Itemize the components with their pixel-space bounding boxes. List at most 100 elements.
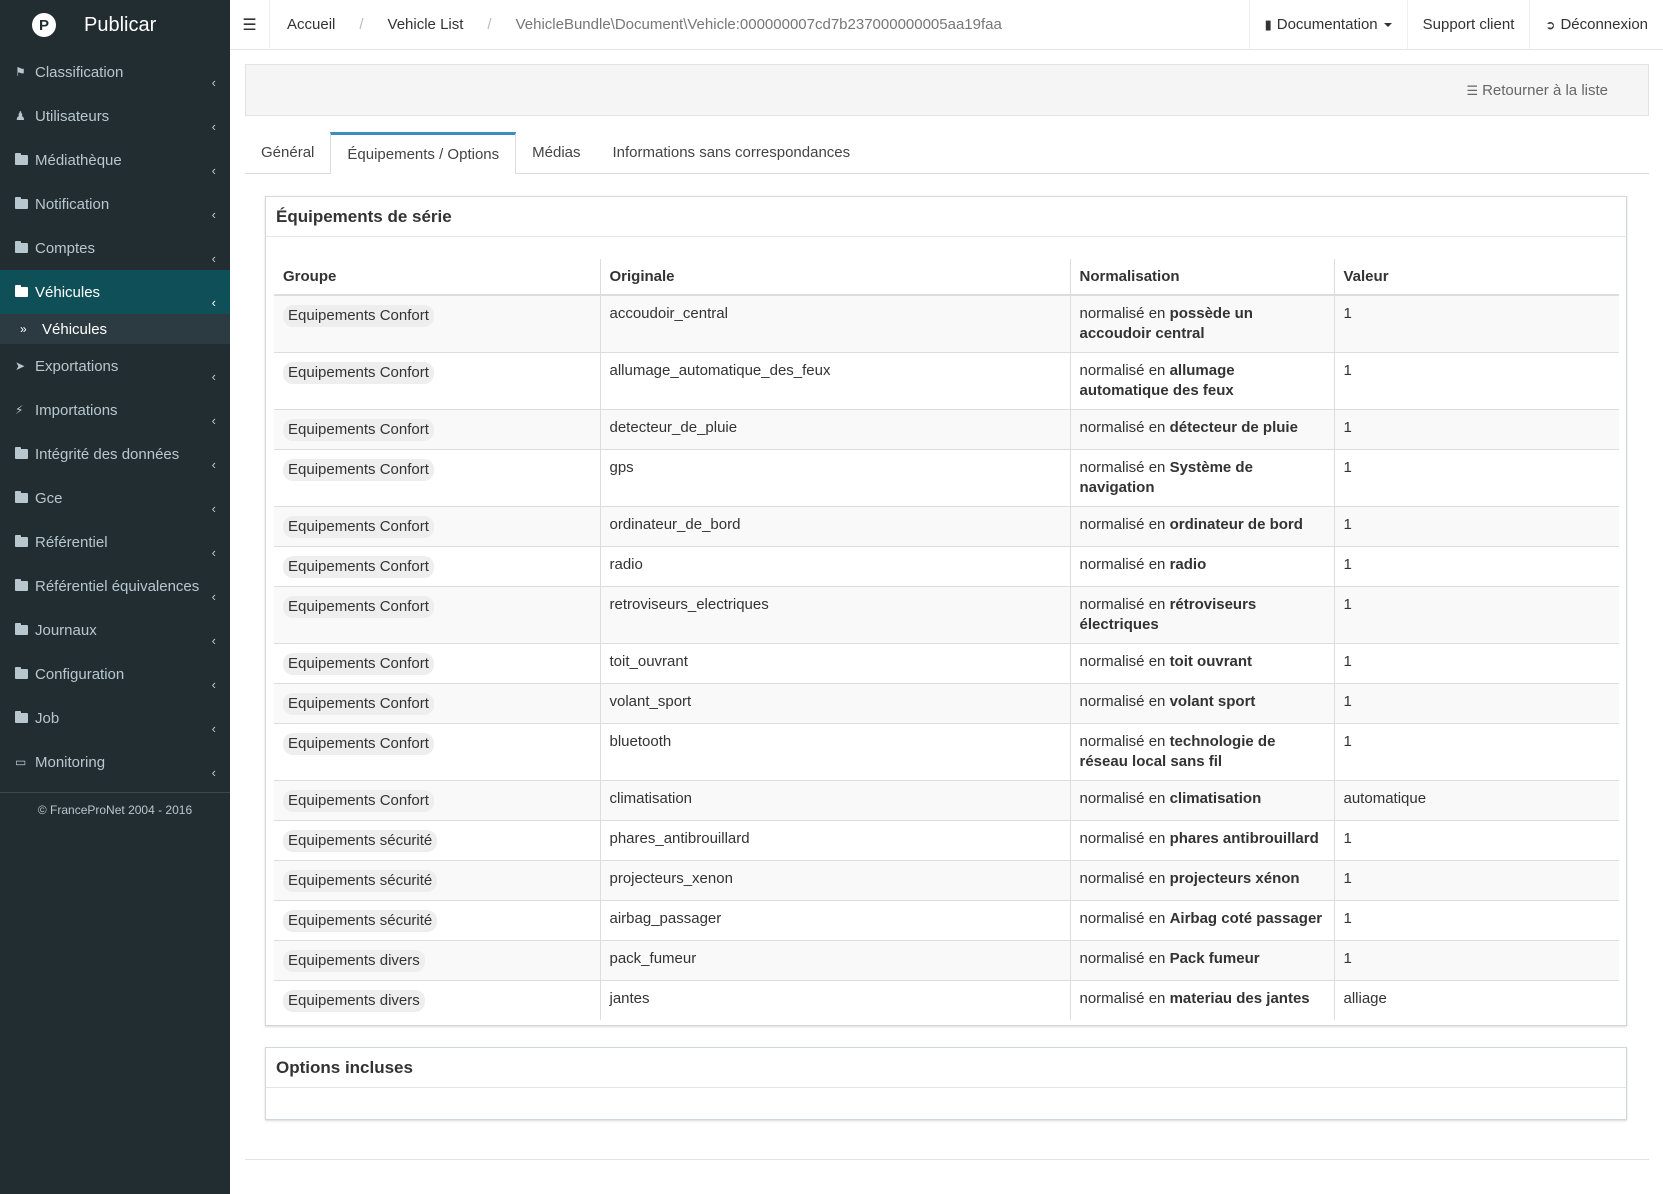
users-icon: ♟ — [15, 109, 26, 123]
norm-prefix: normalisé en — [1079, 653, 1166, 670]
table-row: Equipements sécurité airbag_passager norma… — [274, 900, 1619, 941]
folder-icon — [15, 447, 35, 459]
cell-valeur: 1 — [1333, 940, 1619, 981]
sidebar-item[interactable]: ⚑ Classification ‹ — [0, 50, 230, 94]
cell-valeur: 1 — [1333, 506, 1619, 547]
breadcrumb: Accueil / Vehicle List / VehicleBundle\D… — [270, 16, 1002, 33]
cell-valeur: automatique — [1333, 780, 1619, 821]
sidebar: P Publicar ⚑ Classification ‹ ♟ Utilisateurs… — [0, 0, 230, 1194]
support-link[interactable]: Support client — [1406, 0, 1530, 50]
sidebar-footer: © FranceProNet 2004 - 2016 — [37, 803, 193, 817]
sidebar-item-label: Classification — [35, 63, 124, 81]
table-row: Equipements Confort bluetooth normalisé en… — [274, 723, 1619, 781]
cell-groupe: Equipements Confort — [274, 294, 600, 353]
cell-originale: airbag_passager — [599, 900, 1070, 941]
sidebar-toggle-button[interactable]: ☰ — [230, 0, 270, 50]
logout-label: Déconnexion — [1560, 16, 1648, 33]
chevron-left-icon: ‹ — [211, 295, 216, 310]
app-title: Publicar — [84, 13, 157, 36]
group-badge: Equipements Confort — [283, 653, 434, 675]
sidebar-subitem-vehicules[interactable]: » Véhicules — [0, 314, 230, 344]
column-header-groupe: Groupe — [274, 259, 600, 296]
folder-icon — [15, 535, 35, 547]
cell-normalisation: normalisé en volant sport — [1069, 683, 1334, 724]
tab[interactable]: Général — [245, 132, 330, 173]
sidebar-item[interactable]: ⚡ Importations ‹ — [0, 388, 230, 432]
sidebar-item[interactable]: ▭ Monitoring ‹ — [0, 740, 230, 784]
cell-originale: bluetooth — [599, 723, 1070, 781]
cell-valeur: 1 — [1333, 586, 1619, 644]
cell-normalisation: normalisé en possède un accoudoir centra… — [1069, 294, 1334, 353]
tab[interactable]: Informations sans correspondances — [597, 132, 867, 173]
cell-valeur: 1 — [1333, 683, 1619, 724]
cell-valeur: 1 — [1333, 352, 1619, 410]
back-to-list-button[interactable]: ☰ Retourner à la liste — [1466, 82, 1608, 99]
sidebar-item[interactable]: Médiathèque ‹ — [0, 138, 230, 182]
cell-valeur: 1 — [1333, 546, 1619, 587]
norm-prefix: normalisé en — [1079, 870, 1166, 887]
cell-valeur: 1 — [1333, 643, 1619, 684]
sidebar-item[interactable]: Comptes ‹ — [0, 226, 230, 270]
chevron-left-icon: ‹ — [211, 545, 216, 560]
table-row: Equipements Confort detecteur_de_pluie nor… — [274, 409, 1619, 450]
documentation-dropdown[interactable]: ▮ Documentation — [1248, 0, 1407, 50]
paper-plane-icon: ➤ — [15, 359, 26, 373]
cell-groupe: Equipements Confort — [274, 449, 600, 507]
cell-valeur: 1 — [1333, 449, 1619, 507]
cell-normalisation: normalisé en détecteur de pluie — [1069, 409, 1334, 450]
cell-groupe: Equipements Confort — [274, 683, 600, 724]
sidebar-item[interactable]: Référentiel équivalences ‹ — [0, 564, 230, 608]
tab[interactable]: Médias — [516, 132, 596, 173]
chevron-left-icon: ‹ — [211, 633, 216, 648]
cell-normalisation: normalisé en toit ouvrant — [1069, 643, 1334, 684]
chevron-left-icon: ‹ — [211, 589, 216, 604]
sidebar-item[interactable]: ♟ Utilisateurs ‹ — [0, 94, 230, 138]
chevron-left-icon: ‹ — [211, 765, 216, 780]
sidebar-item[interactable]: Intégrité des données ‹ — [0, 432, 230, 476]
sidebar-item[interactable]: Référentiel ‹ — [0, 520, 230, 564]
cell-originale: detecteur_de_pluie — [599, 409, 1070, 450]
norm-prefix: normalisé en — [1079, 556, 1166, 573]
sidebar-item[interactable]: Job ‹ — [0, 696, 230, 740]
sidebar-item[interactable]: Configuration ‹ — [0, 652, 230, 696]
equipements-table: Groupe Originale Normalisation Valeur Eq… — [274, 259, 1619, 1020]
cell-groupe: Equipements sécurité — [274, 900, 600, 941]
norm-prefix: normalisé en — [1079, 596, 1166, 613]
action-bar: ☰ Retourner à la liste — [245, 64, 1649, 116]
norm-value: ordinateur de bord — [1169, 516, 1303, 533]
main-content: ☰ Retourner à la liste Général Équipements… — [230, 50, 1663, 1194]
sidebar-item[interactable]: ➤ Exportations ‹ — [0, 344, 230, 388]
chevron-left-icon: ‹ — [211, 251, 216, 266]
cell-normalisation: normalisé en Pack fumeur — [1069, 940, 1334, 981]
logout-link[interactable]: ➲ Déconnexion — [1529, 0, 1663, 50]
cell-normalisation: normalisé en rétroviseurs électriques — [1069, 586, 1334, 644]
norm-prefix: normalisé en — [1079, 830, 1166, 847]
table-row: Equipements divers jantes normalisé en mat… — [274, 980, 1619, 1020]
folder-icon — [15, 579, 35, 591]
cell-normalisation: normalisé en radio — [1069, 546, 1334, 587]
norm-value: volant sport — [1169, 693, 1256, 710]
book-icon: ▮ — [1264, 16, 1272, 32]
chevron-left-icon: ‹ — [211, 163, 216, 178]
sidebar-item[interactable]: Gce ‹ — [0, 476, 230, 520]
table-row: Equipements sécurité phares_antibrouillar… — [274, 820, 1619, 861]
chevron-left-icon: ‹ — [211, 677, 216, 692]
group-badge: Equipements Confort — [283, 596, 434, 618]
breadcrumb-vehicle-list[interactable]: Vehicle List — [388, 16, 464, 33]
cell-originale: gps — [599, 449, 1070, 507]
cell-originale: volant_sport — [599, 683, 1070, 724]
sidebar-item-label: Importations — [35, 401, 118, 419]
cell-valeur: 1 — [1333, 723, 1619, 781]
cell-normalisation: normalisé en Airbag coté passager — [1069, 900, 1334, 941]
sidebar-item[interactable]: Notification ‹ — [0, 182, 230, 226]
tab[interactable]: Équipements / Options — [330, 132, 517, 174]
sidebar-item[interactable]: Journaux ‹ — [0, 608, 230, 652]
table-row: Equipements divers pack_fumeur normalisé e… — [274, 940, 1619, 981]
sidebar-item-label: Véhicules — [35, 283, 101, 301]
table-row: Equipements Confort allumage_automatique_… — [274, 352, 1619, 410]
cell-valeur: 1 — [1333, 409, 1619, 450]
breadcrumb-home[interactable]: Accueil — [287, 16, 335, 33]
sidebar-menu: ⚑ Classification ‹ ♟ Utilisateurs ‹ Médiathèqu… — [0, 50, 230, 784]
sidebar-item[interactable]: Véhicules ‹ — [0, 270, 230, 314]
brand[interactable]: P Publicar — [0, 0, 230, 50]
